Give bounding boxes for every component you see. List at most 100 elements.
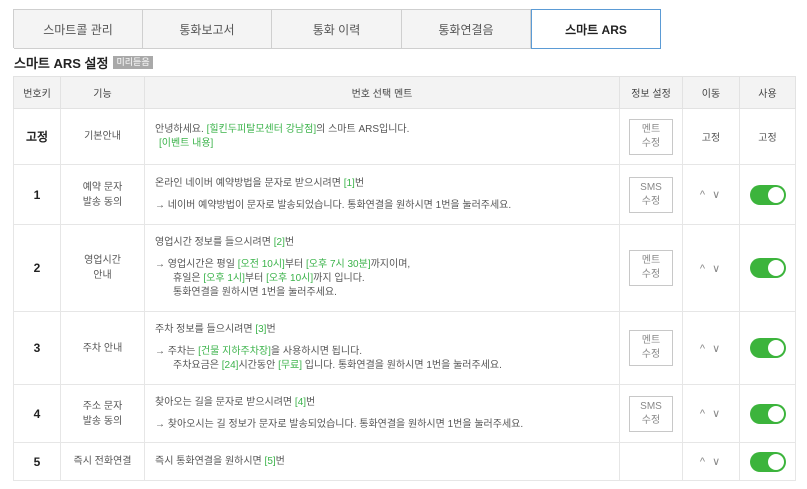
ment-text: 까지이며, [370, 259, 411, 270]
move-up-down-icon[interactable]: ^ ∨ [700, 343, 722, 355]
tab-ringback-tone[interactable]: 통화연결음 [402, 10, 531, 49]
table-row: 5 즉시 전화연결 즉시 통화연결을 원하시면 [5]번 ^ ∨ [13, 442, 796, 481]
ment-variable: [건물 지하주차장] [198, 346, 271, 357]
edit-sms-button[interactable]: SMS 수정 [629, 395, 673, 432]
header-info: 정보 설정 [619, 76, 683, 109]
ment-text: 휴일은 [173, 273, 204, 284]
tab-bar: 스마트콜 관리 통화보고서 통화 이력 통화연결음 스마트 ARS [13, 9, 661, 49]
row-function: 기본안내 [60, 108, 145, 165]
ment-line: 즉시 통화연결을 원하시면 [5]번 [155, 455, 619, 469]
ment-response: → 네이버 예약방법이 문자로 발송되었습니다. 통화연결을 원하시면 1번을 … [155, 199, 512, 211]
row-info: 멘트 수정 [619, 108, 683, 165]
row-key: 1 [13, 164, 61, 225]
row-use [739, 384, 796, 443]
move-up-down-icon[interactable]: ^ ∨ [700, 456, 722, 468]
ment-text: 영업시간 정보를 들으시려면 [155, 237, 274, 248]
header-ment: 번호 선택 멘트 [144, 76, 620, 109]
edit-sms-button[interactable]: SMS 수정 [629, 176, 673, 213]
ment-line: 주차 정보를 들으시려면 [3]번 [155, 323, 619, 337]
toggle-knob [767, 340, 784, 356]
tab-call-report[interactable]: 통화보고서 [143, 10, 272, 49]
row-use [739, 164, 796, 225]
row-info: SMS 수정 [619, 164, 683, 225]
toggle-knob [767, 186, 784, 203]
use-toggle[interactable] [749, 451, 786, 472]
header-function: 기능 [60, 76, 145, 109]
header-use: 사용 [739, 76, 796, 109]
ment-response: → 주차는 [건물 지하주차장]을 사용하시면 됩니다. [155, 345, 619, 359]
table-row: 4 주소 문자 발송 동의 찾아오는 길을 문자로 받으시려면 [4]번 → 찾… [13, 384, 796, 443]
ment-line: 온라인 네이버 예약방법을 문자로 받으시려면 [1]번 [155, 177, 619, 191]
table-row: 1 예약 문자 발송 동의 온라인 네이버 예약방법을 문자로 받으시려면 [1… [13, 164, 796, 225]
tab-call-history[interactable]: 통화 이력 [272, 10, 402, 49]
move-up-down-icon[interactable]: ^ ∨ [700, 263, 722, 275]
row-move: ^ ∨ [682, 164, 740, 225]
ment-variable: [무료] [278, 360, 303, 371]
row-ment: 주차 정보를 들으시려면 [3]번 → 주차는 [건물 지하주차장]을 사용하시… [144, 311, 620, 385]
ment-line: 영업시간 정보를 들으시려면 [2]번 [155, 236, 619, 250]
ment-text: 부터 [284, 259, 306, 270]
row-info: 멘트 수정 [619, 224, 683, 312]
move-up-down-icon[interactable]: ^ ∨ [700, 408, 722, 420]
row-info: SMS 수정 [619, 384, 683, 443]
ment-text: 찾아오는 길을 문자로 받으시려면 [155, 396, 295, 408]
use-toggle[interactable] [749, 403, 786, 424]
row-ment: 안녕하세요. [힐킨두피탈모센터 강남점]의 스마트 ARS입니다. [이벤트 … [144, 108, 620, 165]
ment-variable: [오후 7시 30분] [306, 259, 371, 270]
row-function: 영업시간 안내 [60, 224, 145, 312]
row-function: 주차 안내 [60, 311, 145, 385]
ment-variable: [24] [221, 360, 239, 371]
toggle-knob [767, 453, 784, 470]
ment-response: → 영업시간은 평일 [오전 10시]부터 [오후 7시 30분]까지이며, [155, 258, 619, 272]
toggle-knob [767, 405, 784, 422]
row-function: 주소 문자 발송 동의 [60, 384, 145, 443]
use-toggle[interactable] [749, 258, 786, 278]
ment-text: 시간동안 [238, 360, 279, 371]
row-move: ^ ∨ [682, 311, 740, 385]
ment-text: 번 [284, 237, 295, 248]
row-ment: 영업시간 정보를 들으시려면 [2]번 → 영업시간은 평일 [오전 10시]부… [144, 224, 620, 312]
edit-ment-button[interactable]: 멘트 수정 [629, 118, 673, 155]
row-info-empty [619, 442, 683, 481]
ment-text: 안녕하세요. [155, 123, 207, 135]
row-key: 5 [13, 442, 61, 481]
header-key: 번호키 [13, 76, 61, 109]
ment-response: 주차요금은 [24]시간동안 [무료] 입니다. 통화연결을 원하시면 1번을 … [155, 359, 619, 373]
tab-smartcall-manage[interactable]: 스마트콜 관리 [14, 10, 143, 49]
ment-text: 의 스마트 ARS입니다. [316, 123, 410, 135]
row-key: 3 [13, 311, 61, 385]
ment-text: 번 [306, 396, 316, 408]
table-row: 3 주차 안내 주차 정보를 들으시려면 [3]번 → 주차는 [건물 지하주차… [13, 311, 796, 385]
ment-response: 휴일은 [오후 1시]부터 [오후 10시]까지 입니다. [155, 272, 619, 286]
ment-variable: [3] [255, 324, 267, 335]
row-use-fixed: 고정 [739, 108, 796, 165]
row-key: 고정 [13, 108, 61, 165]
ment-text: 부터 [244, 273, 267, 284]
ment-text: 번 [275, 455, 285, 467]
tab-smart-ars[interactable]: 스마트 ARS [531, 9, 661, 49]
row-use [739, 442, 796, 481]
ment-response: → 찾아오시는 길 정보가 문자로 발송되었습니다. 통화연결을 원하시면 1번… [155, 418, 524, 430]
row-function: 즉시 전화연결 [60, 442, 145, 481]
use-toggle[interactable] [749, 338, 786, 358]
ment-variable: [힐킨두피탈모센터 강남점] [206, 123, 317, 135]
preview-badge[interactable]: 미리듣음 [113, 56, 153, 69]
row-move: ^ ∨ [682, 384, 740, 443]
table-header-row: 번호키 기능 번호 선택 멘트 정보 설정 이동 사용 [13, 76, 796, 109]
ment-text: 번 [354, 177, 365, 189]
row-move: ^ ∨ [682, 442, 740, 481]
ment-variable: [오후 10시] [266, 273, 314, 284]
ment-text: → 주차는 [155, 346, 199, 357]
ment-response: 통화연결을 원하시면 1번을 눌러주세요. [173, 287, 337, 298]
ment-text: 온라인 네이버 예약방법을 문자로 받으시려면 [155, 177, 344, 189]
row-use [739, 311, 796, 385]
edit-ment-button[interactable]: 멘트 수정 [629, 250, 673, 286]
ment-variable: [5] [264, 455, 276, 467]
ment-text: 입니다. 통화연결을 원하시면 1번을 눌러주세요. [302, 360, 502, 371]
move-up-down-icon[interactable]: ^ ∨ [700, 189, 722, 201]
edit-ment-button[interactable]: 멘트 수정 [629, 330, 673, 366]
row-use [739, 224, 796, 312]
use-toggle[interactable] [749, 184, 786, 205]
ment-variable: [이벤트 내용] [159, 137, 214, 149]
row-key: 4 [13, 384, 61, 443]
